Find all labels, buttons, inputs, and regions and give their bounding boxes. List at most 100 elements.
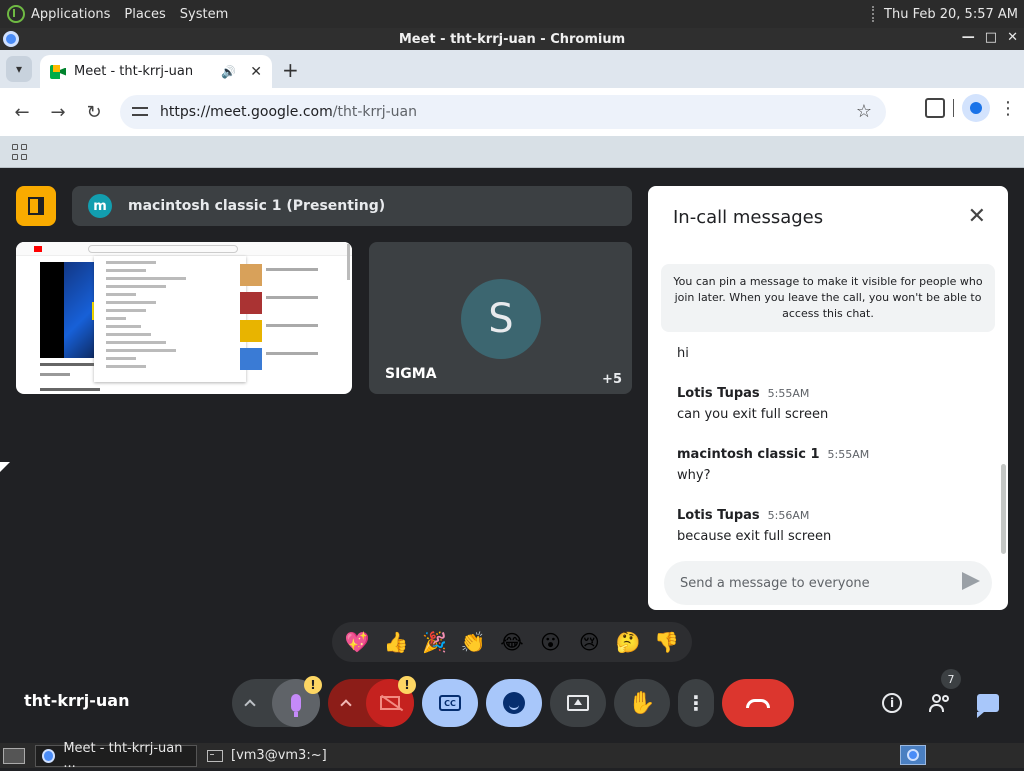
reaction-thinking-icon[interactable]: 🤔	[612, 626, 644, 658]
site-info-icon[interactable]	[132, 105, 150, 119]
toolbar-right: ⋮	[925, 94, 1018, 122]
participant-name: SIGMA	[385, 366, 437, 382]
reload-icon[interactable]: ↻	[76, 94, 112, 130]
menu-places[interactable]: Places	[124, 7, 165, 22]
info-icon: i	[882, 693, 902, 713]
presenting-banner[interactable]: m macintosh classic 1 (Presenting)	[72, 186, 632, 226]
speaker-icon[interactable]: 🔊	[221, 65, 236, 79]
people-count-badge: 7	[941, 669, 961, 689]
clock[interactable]: Thu Feb 20, 5:57 AM	[884, 7, 1018, 22]
window-controls: — □ ✕	[962, 30, 1018, 45]
shared-screen-footer	[40, 388, 100, 391]
more-participants-count[interactable]: +5	[602, 372, 622, 387]
reaction-heart-icon[interactable]: 💖	[341, 626, 373, 658]
taskbar: Meet - tht-krrj-uan ... [vm3@vm3:~]	[0, 741, 1024, 771]
chat-message-sender: macintosh classic 1 5:55AM	[677, 447, 870, 462]
shared-screen-caption	[40, 363, 94, 366]
presenter-avatar: m	[88, 194, 112, 218]
hang-up-icon	[746, 698, 770, 708]
browser-menu-icon[interactable]: ⋮	[998, 98, 1018, 119]
mic-warning-icon[interactable]: !	[304, 676, 322, 694]
system-top-panel: Applications Places System Thu Feb 20, 5…	[0, 0, 1024, 28]
show-desktop-icon[interactable]	[3, 747, 25, 764]
distro-logo-icon[interactable]	[7, 5, 25, 23]
chromium-icon	[42, 748, 56, 763]
toolbar-separator	[953, 99, 954, 117]
profile-avatar[interactable]	[962, 94, 990, 122]
reaction-thumbs-down-icon[interactable]: 👎	[651, 626, 683, 658]
participant-avatar: S	[461, 279, 541, 359]
microphone-icon	[291, 694, 301, 717]
new-tab-button[interactable]: +	[282, 58, 299, 82]
close-tab-icon[interactable]: ✕	[250, 64, 262, 80]
hand-icon: ✋	[628, 690, 656, 716]
reaction-clap-icon[interactable]: 👏	[457, 626, 489, 658]
address-bar[interactable]: https://meet.google.com/tht-krrj-uan ☆	[120, 95, 886, 129]
captions-button[interactable]: CC	[422, 679, 478, 727]
chat-message-time: 5:55AM	[827, 448, 870, 461]
chat-panel: In-call messages ✕ You can pin a message…	[648, 186, 1008, 610]
bookmark-star-icon[interactable]: ☆	[856, 101, 872, 122]
chat-input-container	[664, 561, 992, 605]
minimize-button[interactable]: —	[962, 30, 975, 45]
people-button[interactable]	[924, 687, 956, 719]
leave-call-button[interactable]	[722, 679, 794, 727]
panel-right-area: Thu Feb 20, 5:57 AM	[872, 6, 1024, 22]
reactions-bar: 💖 👍 🎉 👏 😂 😮 😢 🤔 👎	[332, 622, 692, 662]
taskbar-item-chromium[interactable]: Meet - tht-krrj-uan ...	[35, 741, 197, 771]
raise-hand-button[interactable]: ✋	[614, 679, 670, 727]
taskbar-item-label: Meet - tht-krrj-uan ...	[63, 740, 183, 771]
taskbar-item-label: [vm3@vm3:~]	[231, 748, 327, 763]
chat-icon	[977, 694, 999, 718]
tab-meet[interactable]: Meet - tht-krrj-uan 🔊 ✕	[40, 55, 272, 88]
meeting-details-button[interactable]: i	[876, 687, 908, 719]
window-titlebar[interactable]: Meet - tht-krrj-uan - Chromium — □ ✕	[0, 28, 1024, 50]
chevron-up-icon[interactable]	[340, 699, 352, 711]
apps-grid-icon[interactable]	[12, 144, 28, 160]
camera-warning-icon[interactable]: !	[398, 676, 416, 694]
close-window-button[interactable]: ✕	[1007, 30, 1018, 45]
reaction-thumbs-up-icon[interactable]: 👍	[380, 626, 412, 658]
close-chat-icon[interactable]: ✕	[968, 204, 986, 229]
chat-message-text: can you exit full screen	[677, 407, 829, 422]
meeting-room-icon[interactable]	[16, 186, 56, 226]
more-vertical-icon: ⋮	[686, 691, 706, 715]
send-icon[interactable]	[962, 572, 980, 590]
menu-applications[interactable]: Applications	[31, 7, 110, 22]
maximize-button[interactable]: □	[985, 30, 997, 45]
url-host: https://meet.google.com	[160, 104, 333, 120]
forward-icon[interactable]: →	[40, 94, 76, 130]
chat-button[interactable]	[972, 687, 1004, 719]
reaction-party-icon[interactable]: 🎉	[419, 626, 451, 658]
extensions-icon[interactable]	[925, 98, 945, 118]
more-options-button[interactable]: ⋮	[678, 679, 714, 727]
browser-toolbar: ← → ↻ https://meet.google.com/tht-krrj-u…	[0, 88, 1024, 136]
taskbar-item-terminal[interactable]: [vm3@vm3:~]	[201, 745, 333, 767]
panel-grip-icon	[872, 6, 876, 22]
emoji-button[interactable]	[486, 679, 542, 727]
chat-scrollbar[interactable]	[1001, 464, 1006, 554]
tray-chromium-icon[interactable]	[900, 745, 926, 765]
tab-title: Meet - tht-krrj-uan	[74, 64, 194, 79]
meeting-code: tht-krrj-uan	[24, 691, 130, 710]
present-screen-icon	[567, 695, 589, 711]
back-icon[interactable]: ←	[4, 94, 40, 130]
reaction-laugh-icon[interactable]: 😂	[496, 626, 528, 658]
chat-message-input[interactable]	[680, 575, 940, 591]
mouse-cursor-icon	[0, 462, 10, 472]
chevron-up-icon[interactable]	[244, 699, 256, 711]
terminal-icon	[207, 749, 223, 762]
reaction-surprised-icon[interactable]: 😮	[535, 626, 567, 658]
reaction-sad-icon[interactable]: 😢	[573, 626, 605, 658]
tab-search-button[interactable]: ▾	[6, 56, 32, 82]
chat-message-time: 5:55AM	[767, 387, 810, 400]
pin-notice: You can pin a message to make it visible…	[661, 264, 995, 332]
participant-tile[interactable]: S SIGMA +5	[369, 242, 632, 394]
present-button[interactable]	[550, 679, 606, 727]
shared-screen-tile[interactable]	[16, 242, 352, 394]
shared-screen-topbar	[16, 242, 352, 256]
bookmarks-bar	[0, 136, 1024, 168]
captions-icon: CC	[439, 695, 461, 711]
camera-off-icon	[380, 696, 400, 710]
menu-system[interactable]: System	[180, 7, 228, 22]
